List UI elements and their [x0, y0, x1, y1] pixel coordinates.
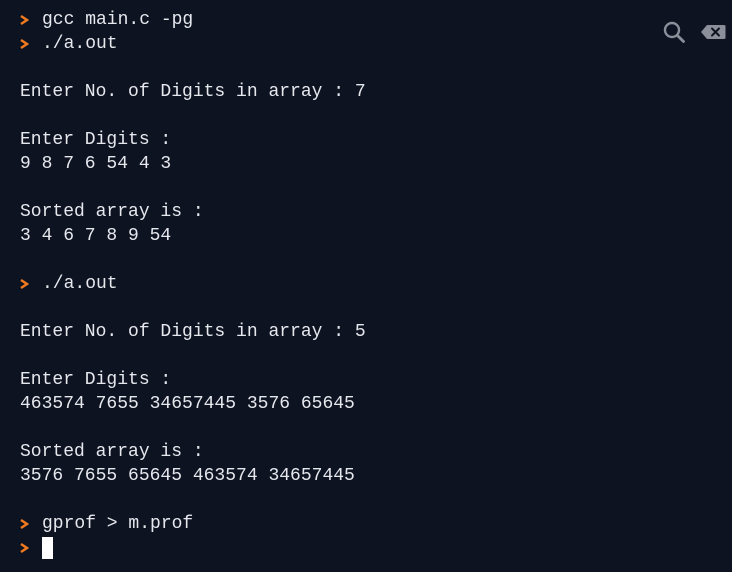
command-line: ./a.out: [20, 272, 732, 296]
output-line: Enter Digits :: [20, 128, 732, 152]
output-text: Enter Digits :: [20, 370, 172, 390]
chevron-right-icon: [20, 39, 42, 49]
command-line: ./a.out: [20, 32, 732, 56]
output-line: 3576 7655 65645 463574 34657445: [20, 464, 732, 488]
output-text: 3576 7655 65645 463574 34657445: [20, 466, 355, 486]
output-text: Sorted array is :: [20, 442, 204, 462]
terminal-output[interactable]: gcc main.c -pg ./a.out Enter No. of Digi…: [0, 0, 732, 572]
command-line: gprof > m.prof: [20, 512, 732, 536]
chevron-right-icon: [20, 543, 42, 553]
terminal-toolbar: [662, 20, 726, 50]
output-line: Sorted array is :: [20, 200, 732, 224]
search-button[interactable]: [662, 20, 686, 50]
text-cursor: [42, 537, 53, 559]
backspace-icon: [700, 24, 726, 46]
output-text: 9 8 7 6 54 4 3: [20, 154, 172, 174]
chevron-right-icon: [20, 519, 42, 529]
output-text: Enter Digits :: [20, 130, 172, 150]
clear-button[interactable]: [700, 24, 726, 46]
output-line: 9 8 7 6 54 4 3: [20, 152, 732, 176]
output-text: Enter No. of Digits in array : 7: [20, 82, 366, 102]
output-line: 463574 7655 34657445 3576 65645: [20, 392, 732, 416]
command-text: gcc main.c -pg: [42, 10, 194, 30]
output-line: Enter No. of Digits in array : 5: [20, 320, 732, 344]
chevron-right-icon: [20, 15, 42, 25]
search-icon: [662, 20, 686, 50]
output-text: Sorted array is :: [20, 202, 204, 222]
command-text: ./a.out: [42, 274, 118, 294]
output-line: Enter No. of Digits in array : 7: [20, 80, 732, 104]
input-line[interactable]: [20, 536, 732, 560]
output-text: 463574 7655 34657445 3576 65645: [20, 394, 355, 414]
command-line: gcc main.c -pg: [20, 8, 732, 32]
output-text: 3 4 6 7 8 9 54: [20, 226, 172, 246]
command-text: ./a.out: [42, 34, 118, 54]
output-line: Sorted array is :: [20, 440, 732, 464]
command-text: gprof > m.prof: [42, 514, 194, 534]
output-line: Enter Digits :: [20, 368, 732, 392]
output-line: 3 4 6 7 8 9 54: [20, 224, 732, 248]
chevron-right-icon: [20, 279, 42, 289]
output-text: Enter No. of Digits in array : 5: [20, 322, 366, 342]
